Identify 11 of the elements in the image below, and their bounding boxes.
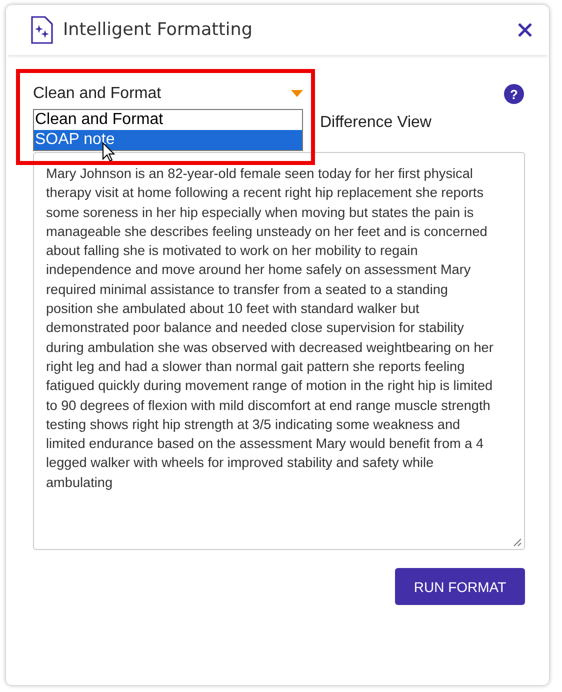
note-text-area[interactable]: Mary Johnson is an 82-year-old female seen today for her first physical therapy visit at home following a recent right hip replacement she reports some soreness in her hip especially when moving but states the pain is manageable she describes feeling unsteady on her feet and is concerned about falling she is motivated to work on her mobility to regain independence and move around her home safely on assessment Mary required minimal assistance to transfer from a seated to a standing position she ambulated about 10 feet with standard walker but demonstrated poor balance and needed close supervision for stability during ambulation she was observed with decreased weightbearing on her right leg and had a slower than normal gait pattern she reports feeling fatigued quickly during movement range of motion in the right hip is limited to 90 degrees of flexion with mild discomfort at end range muscle strength testing shows right hip strength at 3/5 indicating some weakness and limited endurance based on the assessment Mary would benefit from a 4 legged walker with wheels for improved stability and safety while ambulating bbox=[33, 152, 525, 550]
dropdown-arrow-icon bbox=[291, 90, 303, 98]
format-dropdown[interactable]: Clean and Format bbox=[33, 85, 303, 103]
dialog-title: Intelligent Formatting bbox=[63, 20, 254, 40]
help-icon[interactable]: ? bbox=[504, 84, 524, 104]
sparkle-document-icon bbox=[31, 16, 53, 44]
run-format-button[interactable]: RUN FORMAT bbox=[395, 568, 525, 605]
resize-grip-icon[interactable] bbox=[513, 538, 522, 547]
dropdown-option[interactable]: SOAP note bbox=[34, 130, 302, 150]
dropdown-option[interactable]: Clean and Format bbox=[34, 110, 302, 130]
difference-view-label: Difference View bbox=[320, 114, 432, 132]
